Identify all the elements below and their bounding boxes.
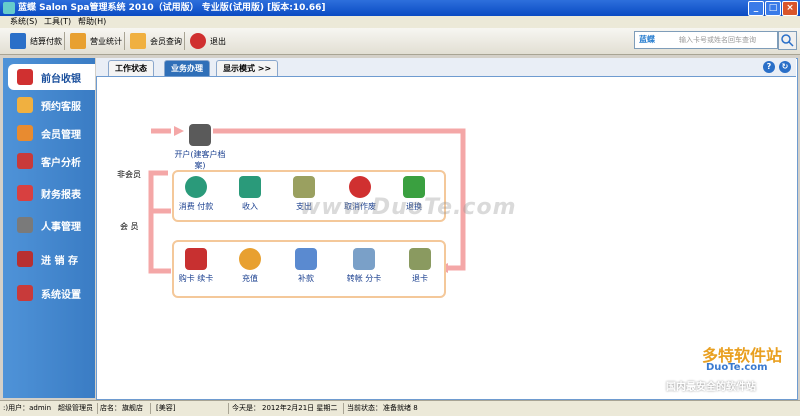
cashier-icon — [17, 69, 33, 85]
menu-system[interactable]: 系统(S) — [10, 16, 37, 28]
appointment-icon — [17, 97, 33, 113]
corner-url: DuoTe.com — [706, 362, 768, 373]
income-button[interactable]: 收入 — [220, 176, 280, 212]
search-icon — [781, 34, 794, 47]
exit-button[interactable]: 退出 — [190, 31, 226, 51]
transfer-split-button[interactable]: 转帐 分卡 — [334, 248, 394, 284]
maximize-button[interactable]: □ — [765, 1, 781, 16]
checkout-button[interactable]: 结算付款 — [10, 31, 62, 51]
consume-pay-icon — [185, 176, 207, 198]
search-brand: 蓝蝶 — [639, 35, 655, 44]
income-icon — [239, 176, 261, 198]
search-button[interactable] — [778, 31, 797, 50]
sidebar-item-analysis[interactable]: 客户分析 — [3, 148, 95, 174]
supplement-button[interactable]: 补款 — [276, 248, 336, 284]
stats-button[interactable]: 营业统计 — [70, 31, 122, 51]
sidebar: 前台收银 预约客服 会员管理 客户分析 财务报表 人事管理 进 销 存 系统设置 — [3, 58, 95, 398]
exit-icon — [190, 33, 206, 49]
app-icon — [3, 2, 15, 14]
report-icon — [17, 185, 33, 201]
sidebar-item-settings[interactable]: 系统设置 — [3, 280, 95, 306]
corner-tag: 国内最安全的软件站 — [666, 382, 756, 393]
sidebar-item-reports[interactable]: 财务报表 — [3, 180, 95, 206]
status-role: 超级管理员 — [58, 404, 93, 412]
sidebar-item-members[interactable]: 会员管理 — [3, 120, 95, 146]
sidebar-item-appointment[interactable]: 预约客服 — [3, 92, 95, 118]
sidebar-item-hr[interactable]: 人事管理 — [3, 212, 95, 238]
status-date: 2012年2月21日 星期二 — [262, 404, 338, 412]
open-account-button[interactable]: 开户(建客户档案) — [170, 124, 230, 171]
member-query-button[interactable]: 会员查询 — [130, 31, 182, 51]
recharge-icon — [239, 248, 261, 270]
menu-help[interactable]: 帮助(H) — [78, 16, 106, 28]
hr-icon — [17, 217, 33, 233]
member-label: 会 员 — [120, 222, 139, 231]
refund-card-icon — [409, 248, 431, 270]
stats-icon — [70, 33, 86, 49]
status-category: [美容] — [156, 404, 176, 412]
supplement-icon — [295, 248, 317, 270]
status-store-name: 旗舰店 — [122, 404, 143, 412]
sidebar-item-inventory[interactable]: 进 销 存 — [3, 246, 95, 272]
status-user: :)用户：admin — [3, 404, 52, 412]
buy-card-icon — [185, 248, 207, 270]
title-bar: 蓝蝶 Salon Spa管理系统 2010（试用版） 专业版(试用版) [版本:… — [0, 0, 800, 16]
status-today-label: 今天是： — [232, 404, 260, 412]
menu-tools[interactable]: 工具(T) — [44, 16, 71, 28]
refund-card-button[interactable]: 退卡 — [390, 248, 450, 284]
recharge-button[interactable]: 充值 — [220, 248, 280, 284]
menu-bar: 系统(S) 工具(T) 帮助(H) — [0, 16, 800, 28]
search-input[interactable]: 蓝蝶 输入卡号或姓名回车查询 — [634, 31, 778, 49]
minimize-button[interactable]: _ — [748, 1, 764, 16]
settings-icon — [17, 285, 33, 301]
sidebar-item-cashier[interactable]: 前台收银 — [8, 64, 95, 90]
non-member-label: 非会员 — [117, 170, 141, 179]
inventory-icon — [17, 251, 33, 267]
members-icon — [130, 33, 146, 49]
transfer-icon — [353, 248, 375, 270]
window-title: 蓝蝶 Salon Spa管理系统 2010（试用版） 专业版(试用版) [版本:… — [18, 3, 326, 13]
status-state-label: 当前状态： — [347, 404, 382, 412]
checkout-icon — [10, 33, 26, 49]
member-manage-icon — [17, 125, 33, 141]
search-placeholder: 输入卡号或姓名回车查询 — [679, 36, 756, 44]
status-bar: :)用户：admin 超级管理员 店名： 旗舰店 [美容] 今天是： 2012年… — [0, 400, 800, 416]
corner-watermark: 多特软件站 DuoTe.com 国内最安全的软件站 — [666, 340, 796, 398]
analysis-icon — [17, 153, 33, 169]
open-account-icon — [189, 124, 211, 146]
consume-pay-button[interactable]: 消费 付款 — [166, 176, 226, 212]
watermark-text: www.DuoTe.com — [300, 195, 517, 220]
status-store-label: 店名： — [100, 404, 121, 412]
status-state: 准备就绪 8 — [383, 404, 418, 412]
close-button[interactable]: × — [782, 1, 798, 16]
buy-renew-card-button[interactable]: 购卡 续卡 — [166, 248, 226, 284]
